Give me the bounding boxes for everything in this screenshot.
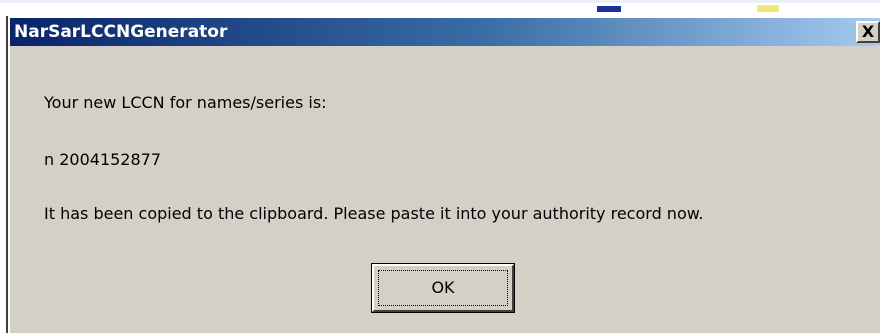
- lccn-value: n 2004152877: [44, 150, 162, 169]
- background-window: [0, 0, 880, 16]
- background-window-edge: [0, 0, 880, 3]
- background-accent-yellow: [757, 5, 779, 12]
- background-accent-blue: [597, 6, 621, 12]
- ok-button[interactable]: OK: [371, 263, 515, 313]
- message-dialog: NarSarLCCNGenerator X Your new LCCN for …: [8, 16, 880, 333]
- close-icon: X: [861, 22, 875, 41]
- close-button[interactable]: X: [856, 21, 880, 43]
- message-intro: Your new LCCN for names/series is:: [44, 93, 327, 112]
- dialog-titlebar[interactable]: NarSarLCCNGenerator X: [10, 18, 880, 46]
- ok-label: OK: [431, 278, 455, 297]
- dialog-title: NarSarLCCNGenerator: [14, 22, 228, 42]
- dialog-left-edge: [0, 16, 8, 333]
- message-instructions: It has been copied to the clipboard. Ple…: [44, 204, 704, 223]
